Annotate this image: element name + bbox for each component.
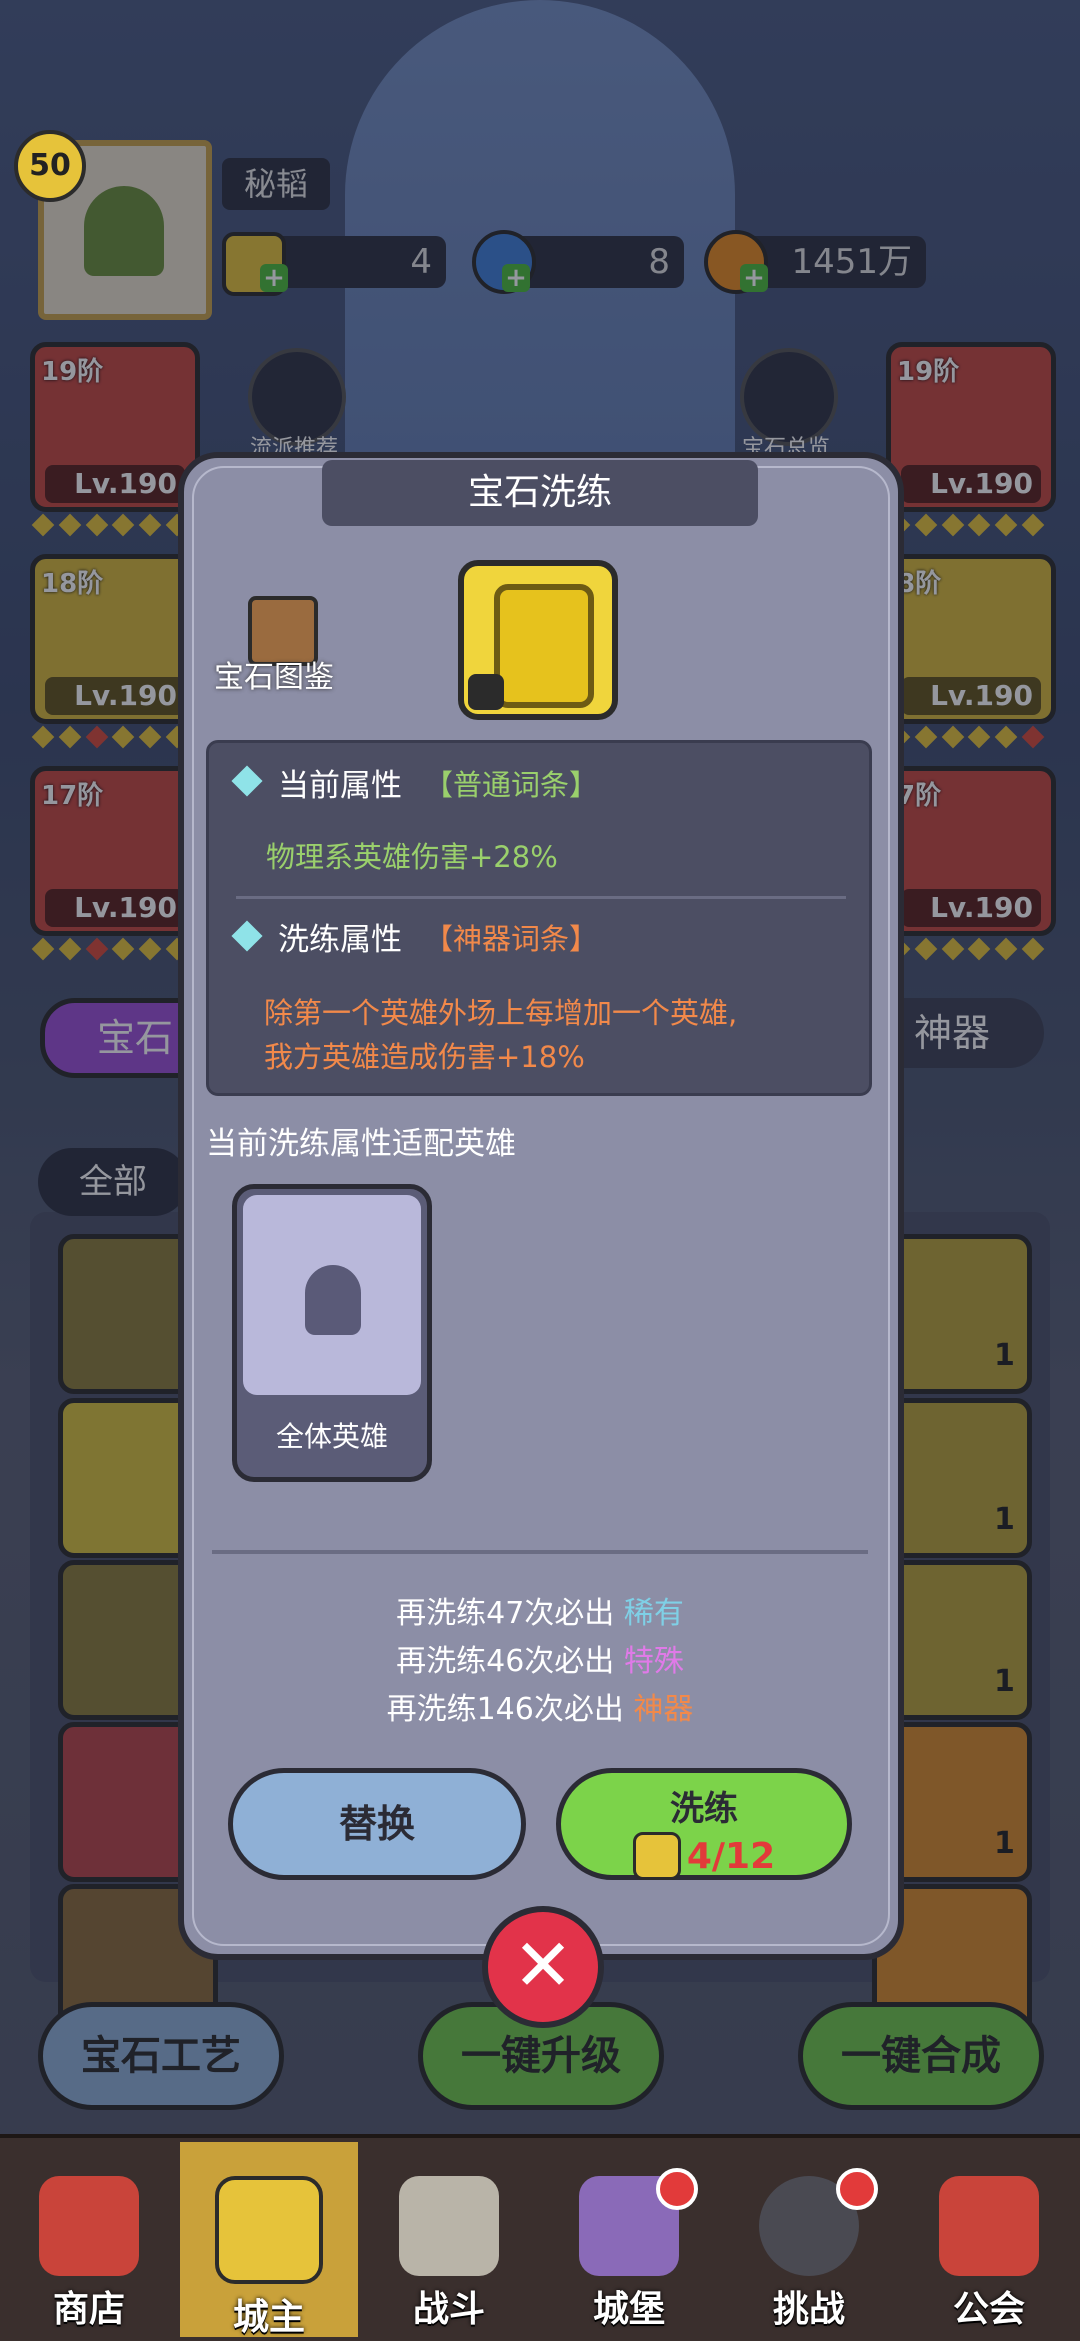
refine-cost: 4/12 [686, 1835, 776, 1877]
current-attr-tag: 【普通词条】 [424, 768, 599, 802]
hero-card-all[interactable]: 全体英雄 [232, 1184, 432, 1482]
castle-notification-dot [656, 2168, 698, 2210]
gem-codex-label[interactable]: 宝石图鉴 [214, 652, 334, 696]
wizard-icon [305, 1265, 361, 1335]
hero-card-label: 全体英雄 [275, 1420, 388, 1453]
selected-gem [458, 560, 618, 720]
current-attr-label: 当前属性 [278, 768, 402, 804]
guild-banner-icon [939, 2176, 1039, 2276]
fit-heroes-label: 当前洗练属性适配英雄 [206, 1126, 516, 1162]
refine-button[interactable]: 洗练 4/12 [556, 1768, 852, 1880]
nav-label: 商店 [52, 2289, 125, 2330]
pity-line-special: 再洗练46次必出 特殊 [200, 1636, 880, 1680]
replace-button[interactable]: 替换 [228, 1768, 526, 1880]
challenge-notification-dot [836, 2168, 878, 2210]
nav-shop[interactable]: 商店 [0, 2142, 178, 2337]
nav-label: 战斗 [412, 2289, 485, 2330]
shop-icon [39, 2176, 139, 2276]
gold-gem-icon [632, 1832, 681, 1880]
nav-challenge[interactable]: 挑战 [720, 2142, 898, 2337]
pity-text: 再洗练47次必出 [396, 1596, 615, 1631]
dialog-title: 宝石洗练 [322, 460, 758, 526]
close-button[interactable]: ✕ [482, 1906, 604, 2028]
player-level-badge: 50 [14, 130, 86, 202]
swords-icon [399, 2176, 499, 2276]
armor-slot-icon [468, 674, 504, 710]
pity-text: 再洗练146次必出 [386, 1692, 624, 1727]
refine-attr-value-line1: 除第一个英雄外场上每增加一个英雄, [264, 996, 738, 1030]
refine-attr-value-line2: 我方英雄造成伤害+18% [264, 1040, 585, 1074]
divider [212, 1550, 868, 1554]
pity-line-rare: 再洗练47次必出 稀有 [200, 1588, 880, 1632]
refine-button-label: 洗练 [670, 1789, 738, 1829]
refine-attr-label: 洗练属性 [278, 922, 402, 958]
pity-rarity: 特殊 [623, 1644, 684, 1679]
current-attr-value: 物理系英雄伤害+28% [266, 840, 558, 874]
pity-text: 再洗练46次必出 [396, 1644, 615, 1679]
nav-battle[interactable]: 战斗 [360, 2142, 538, 2337]
nav-label: 城主 [232, 2297, 305, 2338]
pity-rarity: 神器 [633, 1692, 694, 1727]
nav-guild[interactable]: 公会 [900, 2142, 1078, 2337]
nav-lord[interactable]: 城主 [180, 2142, 358, 2338]
pity-line-artifact: 再洗练146次必出 神器 [200, 1684, 880, 1728]
crown-icon [215, 2176, 323, 2284]
nav-castle[interactable]: 城堡 [540, 2142, 718, 2337]
refine-attr-tag: 【神器词条】 [424, 922, 599, 956]
nav-label: 城堡 [592, 2289, 665, 2330]
divider [236, 896, 846, 899]
nav-label: 挑战 [772, 2289, 845, 2330]
pity-rarity: 稀有 [623, 1596, 684, 1631]
nav-label: 公会 [952, 2289, 1025, 2330]
